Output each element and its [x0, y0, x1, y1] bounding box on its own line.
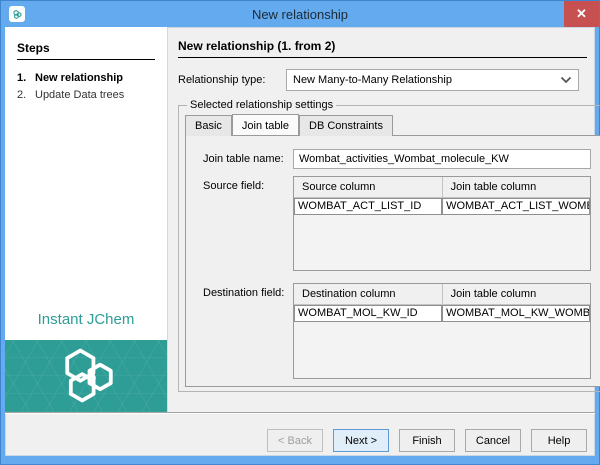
- step-label: Update Data trees: [35, 89, 124, 101]
- join-table-column-cell[interactable]: WOMBAT_MOL_KW_WOMBA...: [442, 305, 590, 322]
- tab-db-constraints[interactable]: DB Constraints: [299, 115, 393, 136]
- join-table-tab-panel: Join table name: Source field: Source co…: [185, 135, 600, 387]
- source-field-table[interactable]: Source column Join table column WOMBAT_A…: [293, 176, 591, 271]
- app-logo-icon: [9, 6, 25, 22]
- wizard-button-bar: < Back Next > Finish Cancel Help: [5, 412, 595, 456]
- step-number: 2.: [17, 89, 35, 101]
- new-relationship-dialog: New relationship ✕ Steps 1. New relation…: [0, 0, 600, 465]
- relationship-type-value: New Many-to-Many Relationship: [293, 74, 560, 86]
- title-bar[interactable]: New relationship ✕: [1, 1, 599, 27]
- join-table-name-label: Join table name:: [203, 149, 293, 169]
- destination-column-cell[interactable]: WOMBAT_MOL_KW_ID: [294, 305, 442, 322]
- brand-wordmark: Instant JChem: [5, 303, 167, 340]
- source-table-header: Source column Join table column: [294, 177, 590, 198]
- finish-button[interactable]: Finish: [399, 429, 455, 452]
- column-header[interactable]: Destination column: [294, 284, 442, 304]
- step-item-new-relationship: 1. New relationship: [17, 72, 155, 84]
- help-button[interactable]: Help: [531, 429, 587, 452]
- wizard-main-panel: New relationship (1. from 2) Relationshi…: [168, 27, 595, 412]
- close-button[interactable]: ✕: [564, 1, 599, 27]
- source-column-cell[interactable]: WOMBAT_ACT_LIST_ID: [294, 198, 442, 215]
- join-table-column-cell[interactable]: WOMBAT_ACT_LIST_WOMB...: [442, 198, 590, 215]
- chevron-down-icon: [560, 76, 572, 84]
- destination-field-table[interactable]: Destination column Join table column WOM…: [293, 283, 591, 379]
- wizard-steps-sidebar: Steps 1. New relationship 2. Update Data…: [5, 27, 168, 412]
- page-title: New relationship (1. from 2): [178, 33, 587, 58]
- tab-basic[interactable]: Basic: [185, 115, 232, 136]
- column-header[interactable]: Join table column: [442, 284, 591, 304]
- brand-banner: [5, 340, 167, 412]
- step-number: 1.: [17, 72, 35, 84]
- steps-list: 1. New relationship 2. Update Data trees: [17, 72, 155, 106]
- cancel-button[interactable]: Cancel: [465, 429, 521, 452]
- window-title: New relationship: [1, 7, 599, 22]
- settings-tabs: Basic Join table DB Constraints: [185, 114, 600, 135]
- next-button[interactable]: Next >: [333, 429, 389, 452]
- destination-field-label: Destination field:: [203, 283, 293, 379]
- column-header[interactable]: Join table column: [442, 177, 591, 197]
- hexagon-cluster-logo: [47, 343, 125, 409]
- dialog-body: Steps 1. New relationship 2. Update Data…: [5, 27, 595, 456]
- hexagon-cluster-icon: [11, 9, 23, 20]
- step-label: New relationship: [35, 72, 123, 84]
- settings-group-label: Selected relationship settings: [187, 99, 336, 111]
- destination-table-header: Destination column Join table column: [294, 284, 590, 305]
- relationship-type-select[interactable]: New Many-to-Many Relationship: [286, 69, 579, 91]
- settings-groupbox: Selected relationship settings Basic Joi…: [178, 99, 600, 392]
- close-icon: ✕: [576, 6, 587, 22]
- relationship-type-label: Relationship type:: [178, 74, 286, 86]
- join-table-name-input[interactable]: [293, 149, 591, 169]
- table-row[interactable]: WOMBAT_MOL_KW_ID WOMBAT_MOL_KW_WOMBA...: [294, 305, 590, 322]
- steps-heading: Steps: [17, 41, 155, 60]
- back-button[interactable]: < Back: [267, 429, 323, 452]
- column-header[interactable]: Source column: [294, 177, 442, 197]
- table-row[interactable]: WOMBAT_ACT_LIST_ID WOMBAT_ACT_LIST_WOMB.…: [294, 198, 590, 215]
- source-field-label: Source field:: [203, 176, 293, 271]
- step-item-update-data-trees: 2. Update Data trees: [17, 89, 155, 101]
- tab-join-table[interactable]: Join table: [232, 114, 299, 135]
